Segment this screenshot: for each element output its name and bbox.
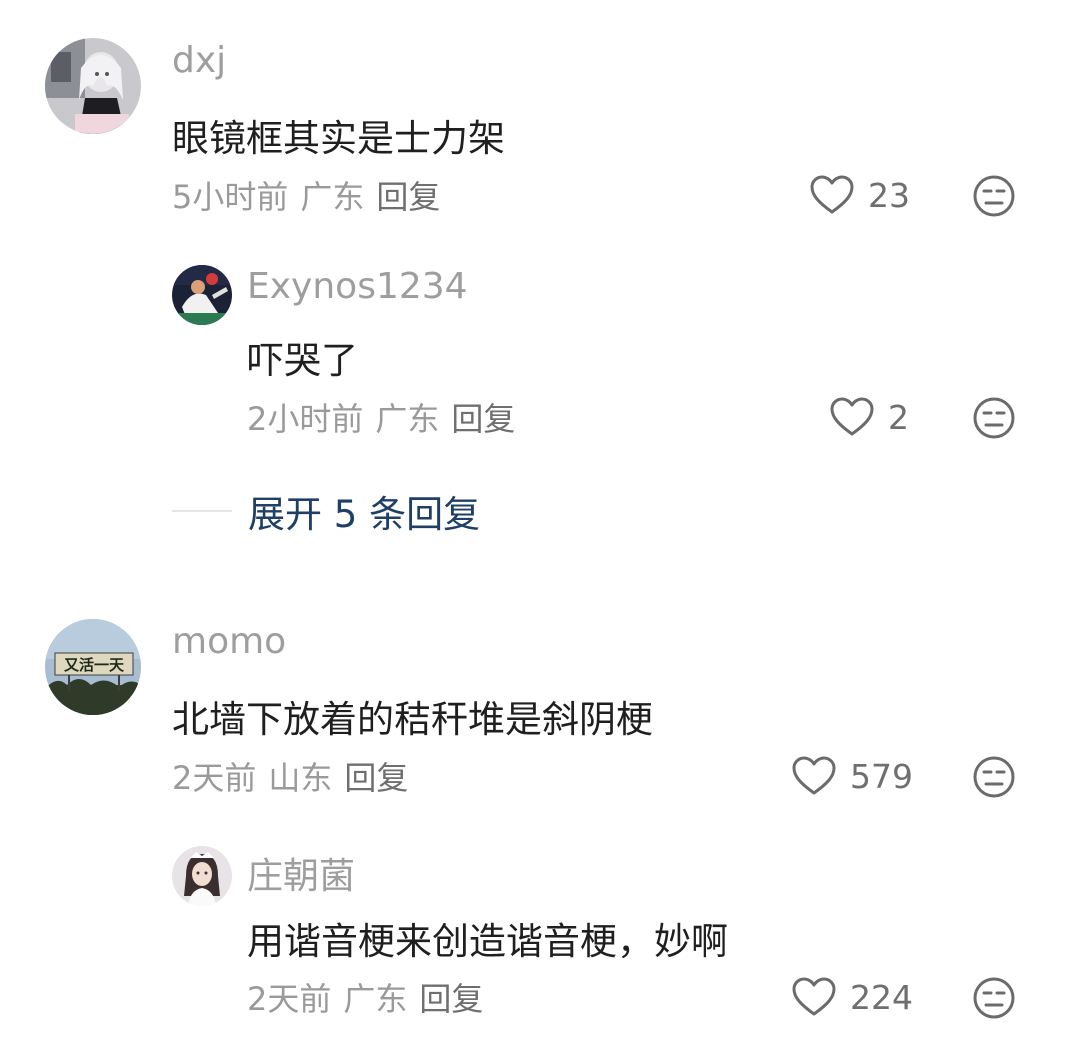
avatar[interactable]: [172, 265, 232, 325]
neutral-face-icon: [973, 175, 1015, 217]
username[interactable]: momo: [172, 621, 286, 662]
comment-text: 吓哭了: [247, 339, 358, 382]
comment-time: 2小时前: [247, 400, 364, 438]
comment-location: 山东: [268, 759, 333, 797]
like-count: 579: [850, 756, 913, 796]
like-count: 23: [868, 175, 910, 215]
comment-meta: 2天前 广东 回复: [247, 974, 495, 1020]
comment-item: 又活一天 momo 北墙下放着的秸秆堆是斜阴梗 2天前 山东 回复 579 庄朝…: [0, 600, 1080, 1051]
comment-text: 用谐音梗来创造谐音梗，妙啊: [247, 920, 728, 963]
heart-outline-icon: [792, 756, 836, 795]
expand-replies-button[interactable]: 展开 5 条回复: [172, 486, 480, 536]
avatar[interactable]: [45, 38, 141, 134]
divider: [172, 510, 232, 512]
dislike-button[interactable]: [972, 755, 1016, 799]
heart-outline-icon: [830, 397, 874, 436]
like-button[interactable]: 23: [810, 172, 910, 218]
comment-time: 5小时前: [172, 178, 289, 216]
heart-outline-icon: [792, 977, 836, 1016]
reply-button[interactable]: 回复: [376, 172, 440, 218]
neutral-face-icon: [973, 756, 1015, 798]
comment-meta: 2天前 山东 回复: [172, 753, 420, 799]
comment-location: 广东: [375, 400, 440, 438]
avatar-sign-text: 又活一天: [64, 656, 125, 674]
comment-meta: 2小时前 广东 回复: [247, 394, 527, 440]
like-count: 2: [888, 397, 909, 437]
like-button[interactable]: 224: [792, 974, 913, 1020]
reply-button[interactable]: 回复: [419, 974, 483, 1020]
dislike-button[interactable]: [972, 396, 1016, 440]
comment-time: 2天前: [247, 980, 332, 1018]
username[interactable]: Exynos1234: [247, 266, 468, 307]
comment-text: 北墙下放着的秸秆堆是斜阴梗: [172, 698, 653, 741]
avatar[interactable]: [172, 846, 232, 906]
avatar[interactable]: 又活一天: [45, 619, 141, 715]
comment-text: 眼镜框其实是士力架: [172, 117, 505, 160]
like-button[interactable]: 2: [830, 394, 909, 440]
heart-outline-icon: [810, 175, 854, 214]
neutral-face-icon: [973, 977, 1015, 1019]
dislike-button[interactable]: [972, 976, 1016, 1020]
expand-replies-label: 展开 5 条回复: [248, 493, 481, 536]
username[interactable]: 庄朝菌: [247, 847, 355, 899]
reply-button[interactable]: 回复: [344, 753, 408, 799]
comment-location: 广东: [300, 178, 365, 216]
username[interactable]: dxj: [172, 40, 226, 81]
like-button[interactable]: 579: [792, 753, 913, 799]
like-count: 224: [850, 977, 913, 1017]
comment-meta: 5小时前 广东 回复: [172, 172, 452, 218]
comment-item: dxj 眼镜框其实是士力架 5小时前 广东 回复 23 Exynos1234 吓…: [0, 0, 1080, 560]
neutral-face-icon: [973, 397, 1015, 439]
dislike-button[interactable]: [972, 174, 1016, 218]
reply-button[interactable]: 回复: [451, 394, 515, 440]
comment-location: 广东: [343, 980, 408, 1018]
comment-time: 2天前: [172, 759, 257, 797]
